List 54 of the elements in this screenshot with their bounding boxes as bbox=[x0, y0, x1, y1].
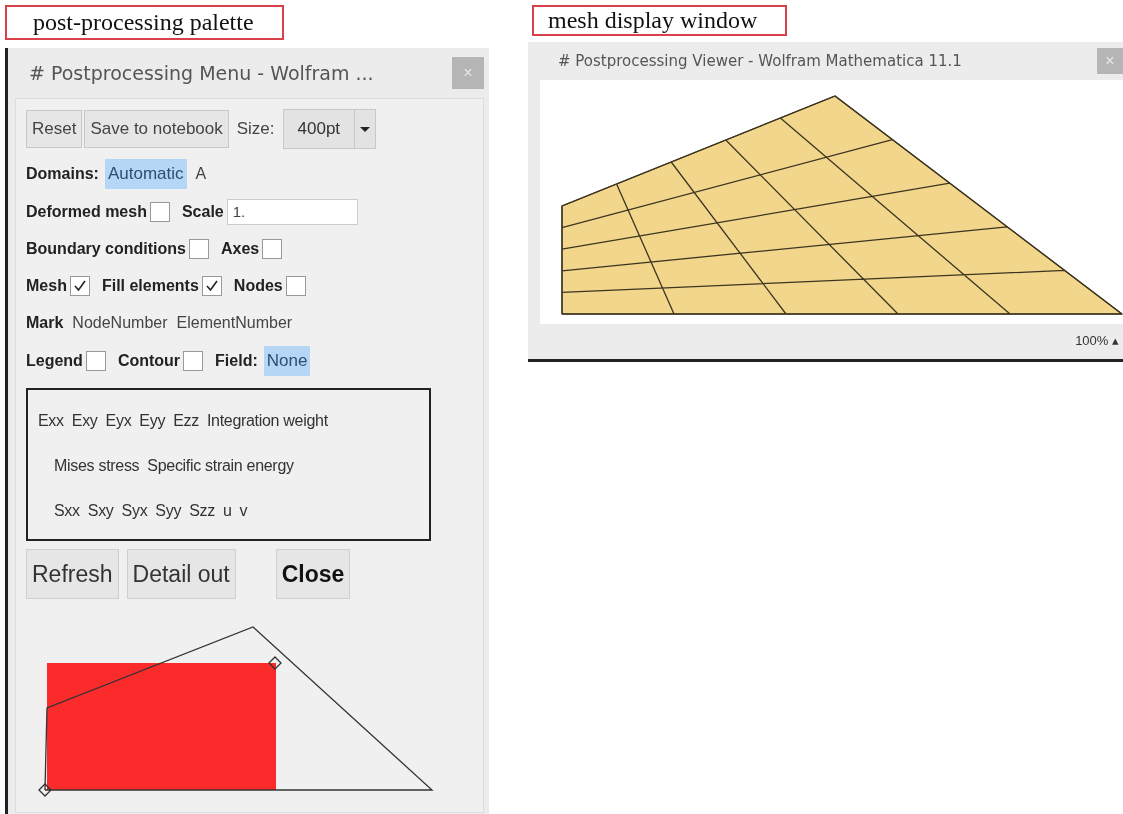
field-option[interactable]: Syy bbox=[155, 501, 182, 520]
checkbox[interactable] bbox=[262, 239, 283, 259]
checkbox[interactable] bbox=[285, 276, 306, 296]
option-link[interactable]: A bbox=[195, 165, 207, 183]
caption-label: mesh display window bbox=[532, 5, 788, 36]
field-option[interactable]: Specific strain energy bbox=[147, 456, 294, 475]
checkbox-label: Legend bbox=[26, 352, 83, 370]
option-link[interactable]: ElementNumber bbox=[176, 314, 293, 332]
field-option[interactable]: Ezz bbox=[173, 411, 199, 430]
caret-icon bbox=[360, 126, 371, 132]
checkbox-label: Nodes bbox=[233, 277, 283, 295]
field-option[interactable]: Eyy bbox=[139, 411, 166, 430]
checkbox-label: Mesh bbox=[26, 277, 67, 295]
checkbox[interactable] bbox=[85, 351, 106, 371]
field-option[interactable]: Exx bbox=[38, 411, 64, 430]
option-label: Domains: bbox=[26, 165, 99, 183]
choice-option[interactable]: Automatic bbox=[104, 159, 187, 189]
field-option[interactable]: u bbox=[222, 501, 232, 520]
field-option[interactable]: Integration weight bbox=[206, 411, 328, 430]
option-link[interactable]: NodeNumber bbox=[72, 314, 168, 332]
action-button[interactable]: Close bbox=[275, 549, 351, 599]
option-label: Mark bbox=[26, 314, 64, 332]
checkbox-label: Boundary conditions bbox=[26, 240, 186, 258]
checkbox-label: Fill elements bbox=[101, 277, 199, 295]
field-option[interactable]: Eyx bbox=[105, 411, 132, 430]
field-option[interactable]: Exy bbox=[71, 411, 98, 430]
field-option[interactable]: v bbox=[239, 501, 248, 520]
zoom-level[interactable]: 100% ▴ bbox=[1075, 333, 1119, 348]
checkbox-label: Contour bbox=[117, 352, 181, 370]
checkbox[interactable] bbox=[189, 239, 209, 259]
action-button[interactable]: Refresh bbox=[26, 549, 119, 599]
action-button[interactable]: Detail out bbox=[126, 549, 236, 599]
input-field[interactable]: 1. bbox=[226, 199, 358, 225]
checkbox-label: Deformed mesh bbox=[26, 203, 147, 221]
window-title: # Postprocessing Menu - Wolfram ... bbox=[29, 62, 374, 84]
checkbox[interactable] bbox=[183, 351, 204, 371]
size-dropdown[interactable]: 400pt bbox=[282, 109, 377, 149]
caption-label: post-processing palette bbox=[5, 5, 284, 40]
checkbox[interactable] bbox=[201, 276, 222, 296]
choice-option[interactable]: None bbox=[263, 346, 311, 376]
window-title: # Postprocessing Viewer - Wolfram Mathematica 11.1 bbox=[558, 52, 962, 70]
field-label: Scale bbox=[181, 203, 224, 221]
size-label: Size: bbox=[236, 119, 275, 139]
toolbar-button[interactable]: Reset bbox=[26, 110, 83, 148]
checkbox[interactable] bbox=[69, 276, 90, 296]
field-option[interactable]: Mises stress bbox=[54, 456, 140, 475]
field-option[interactable]: Sxx bbox=[54, 501, 80, 520]
field-option[interactable]: Szz bbox=[189, 501, 215, 520]
checkbox-label: Axes bbox=[221, 240, 260, 258]
field-option[interactable]: Syx bbox=[121, 501, 148, 520]
toolbar-button[interactable]: Save to notebook bbox=[84, 110, 229, 148]
checkbox[interactable] bbox=[149, 202, 170, 222]
option-label: Field: bbox=[215, 352, 258, 370]
field-option[interactable]: Sxy bbox=[87, 501, 114, 520]
